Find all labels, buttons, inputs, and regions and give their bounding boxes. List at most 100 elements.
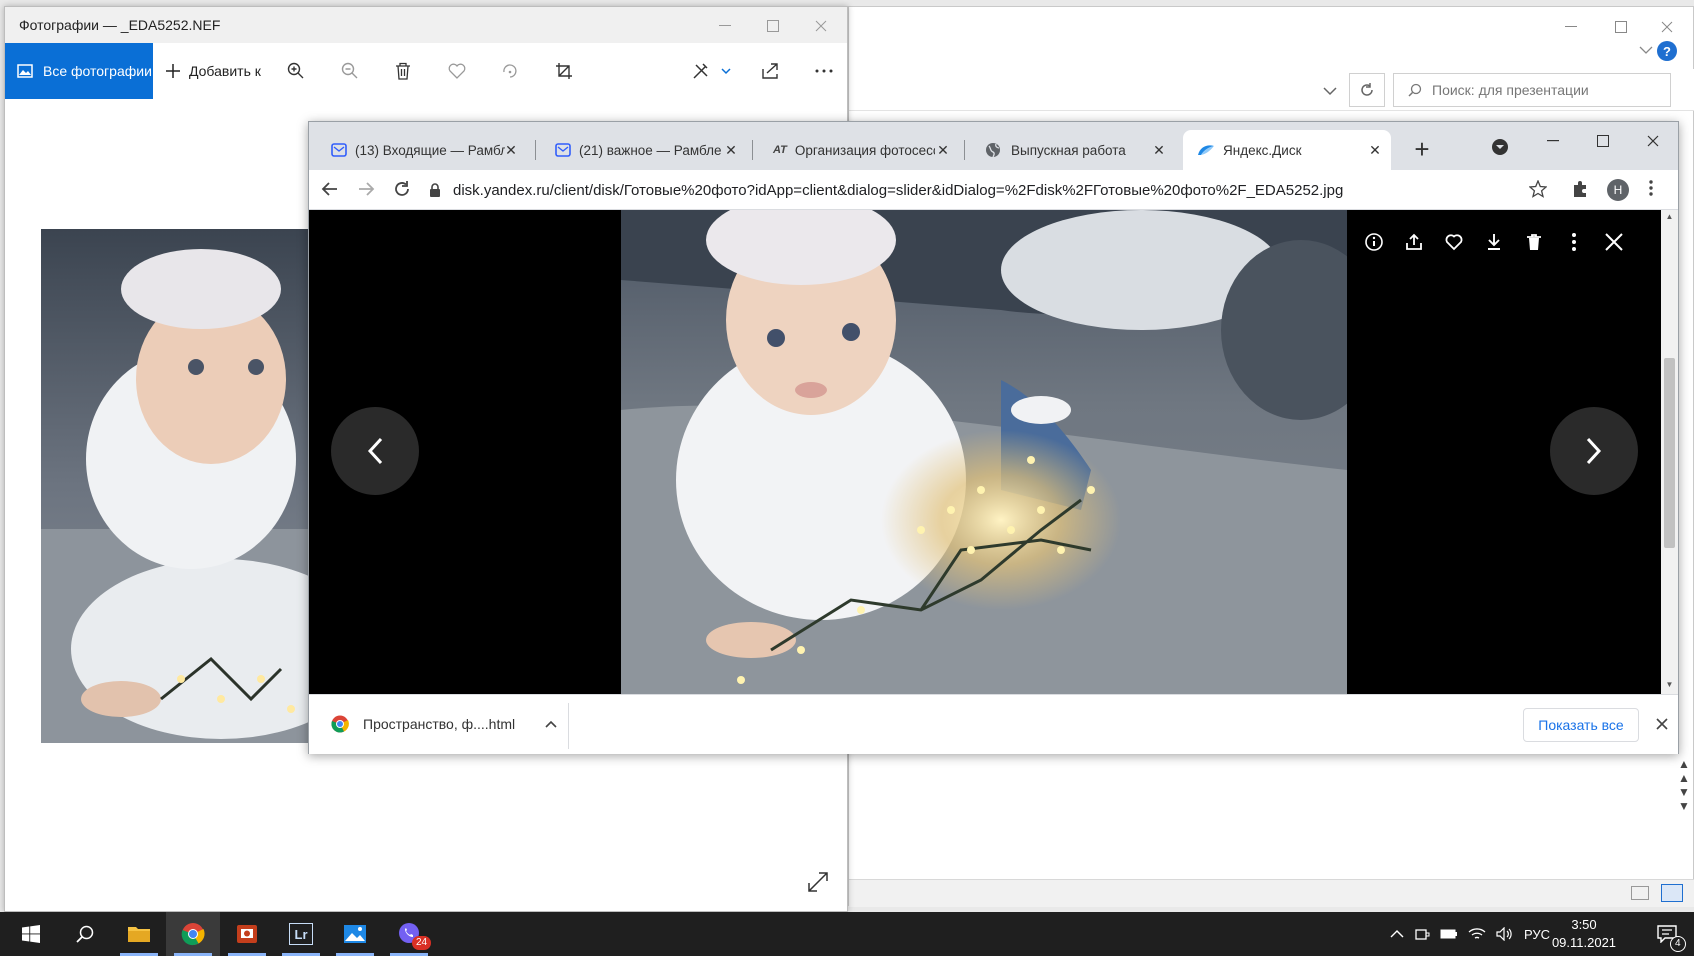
notification-count: 4 [1670,936,1686,952]
toolbar: disk.yandex.ru/client/disk/Готовые%20фот… [309,170,1678,210]
close-tab-icon[interactable]: ✕ [721,140,741,160]
download-item[interactable]: Пространство, ф....html [331,707,557,741]
power-icon[interactable] [1414,926,1430,942]
minimize-button[interactable] [1533,128,1573,154]
tab-graduation[interactable]: Выпускная работа ✕ [971,130,1175,170]
viber-icon[interactable]: 24 [382,912,436,956]
tab-title: (13) Входящие — Рамблер/почта [355,142,505,158]
bookmark-star-icon[interactable] [1529,180,1549,200]
lightroom-icon[interactable]: Lr [274,912,328,956]
share-icon[interactable] [755,57,785,85]
trash-icon[interactable] [1523,231,1545,253]
tab-title: Яндекс.Диск [1223,142,1302,158]
scroll-down-icon[interactable]: ▼ [1664,680,1675,690]
language-indicator[interactable]: РУС [1524,927,1550,942]
tab-strip: (13) Входящие — Рамблер/почта ✕ (21) важ… [309,122,1678,170]
close-button[interactable] [1633,128,1673,154]
chevron-down-icon[interactable] [1639,45,1657,61]
close-tab-icon[interactable]: ✕ [501,140,521,160]
maximize-button[interactable] [1583,128,1623,154]
zoom-out-icon[interactable] [335,57,365,85]
photos-app-icon[interactable] [328,912,382,956]
prev-photo-button[interactable] [331,407,419,495]
mail-icon [555,142,571,158]
search-input[interactable]: Поиск: для презентации [1393,73,1671,107]
windows-start-icon[interactable] [4,912,58,956]
ppt-search-bar: Поиск: для презентации [849,69,1694,111]
more-icon[interactable] [1563,231,1585,253]
maximize-button[interactable] [753,15,793,37]
plus-icon [165,63,181,79]
chrome-icon[interactable] [166,912,220,956]
main-photo [621,210,1347,694]
view-slide-icon[interactable] [1661,884,1683,902]
battery-icon[interactable] [1440,928,1458,940]
help-icon[interactable]: ? [1657,41,1677,61]
all-photos-button[interactable]: Все фотографии [5,43,153,99]
reload-button[interactable] [393,180,413,200]
back-button[interactable] [321,180,341,200]
scrollbar[interactable]: ▲ ▼ [1661,210,1678,694]
tab-yandex-disk[interactable]: Яндекс.Диск ✕ [1183,130,1391,170]
tab-title: (21) важное — Рамблер/почта [579,142,721,158]
notification-center-icon[interactable]: 4 [1640,912,1694,956]
heart-icon[interactable] [442,57,472,85]
close-tab-icon[interactable]: ✕ [933,140,953,160]
wifi-icon[interactable] [1468,927,1486,941]
trash-icon[interactable] [388,57,418,85]
close-icon[interactable] [1603,231,1625,253]
chevron-up-icon[interactable] [545,720,557,728]
close-icon[interactable] [1651,713,1673,735]
status-bar [849,879,1694,907]
address-bar[interactable]: disk.yandex.ru/client/disk/Готовые%20фот… [429,174,1694,206]
fullscreen-icon[interactable] [807,871,835,899]
download-icon[interactable] [1483,231,1505,253]
tab-inbox[interactable]: (13) Входящие — Рамблер/почта ✕ [317,130,527,170]
share-icon[interactable] [1403,231,1425,253]
next-photo-button[interactable] [1550,407,1638,495]
divider [568,703,569,749]
clock[interactable]: 3:50 09.11.2021 [1548,916,1620,952]
crop-icon[interactable] [549,57,579,85]
minimize-button[interactable] [705,15,745,37]
tab-photoshoot[interactable]: AT Организация фотосессий ✕ [759,130,959,170]
search-placeholder: Поиск: для презентации [1432,82,1589,98]
close-button[interactable] [1647,15,1687,39]
avatar[interactable]: Н [1607,179,1629,201]
scroll-arrows[interactable]: ▲ ▲ ▼ ▼ [1677,757,1691,837]
add-to-button[interactable]: Добавить к [165,43,261,99]
view-normal-icon[interactable] [1631,886,1649,900]
close-button[interactable] [801,15,841,37]
search-icon[interactable] [58,912,112,956]
close-tab-icon[interactable]: ✕ [1149,140,1169,160]
chevron-up-icon[interactable] [1390,929,1404,939]
browser-window: (13) Входящие — Рамблер/почта ✕ (21) важ… [308,121,1679,754]
zoom-in-icon[interactable] [281,57,311,85]
viewer-toolbar [1363,224,1625,260]
edit-icon[interactable] [689,57,735,85]
minimize-button[interactable] [1551,15,1591,39]
show-all-button[interactable]: Показать все [1523,708,1639,742]
forward-button[interactable] [357,180,377,200]
rotate-icon[interactable] [495,57,525,85]
extensions-icon[interactable] [1571,180,1591,200]
close-tab-icon[interactable]: ✕ [1365,140,1385,160]
tab-search-icon[interactable] [1491,138,1511,158]
heart-icon[interactable] [1443,231,1465,253]
refresh-button[interactable] [1349,73,1385,107]
volume-icon[interactable] [1496,927,1514,941]
time: 3:50 [1571,917,1597,932]
add-to-label: Добавить к [189,63,261,79]
more-icon[interactable] [809,57,839,85]
new-tab-button[interactable]: + [1407,134,1437,164]
chevron-down-icon[interactable] [1317,79,1343,103]
tab-title: Выпускная работа [1011,142,1126,158]
tab-important[interactable]: (21) важное — Рамблер/почта ✕ [541,130,747,170]
presentation-app-icon[interactable] [220,912,274,956]
menu-icon[interactable] [1649,180,1665,200]
maximize-button[interactable] [1601,15,1641,39]
scroll-up-icon[interactable]: ▲ [1664,212,1675,222]
scroll-thumb[interactable] [1664,358,1675,548]
info-icon[interactable] [1363,231,1385,253]
file-explorer-icon[interactable] [112,912,166,956]
